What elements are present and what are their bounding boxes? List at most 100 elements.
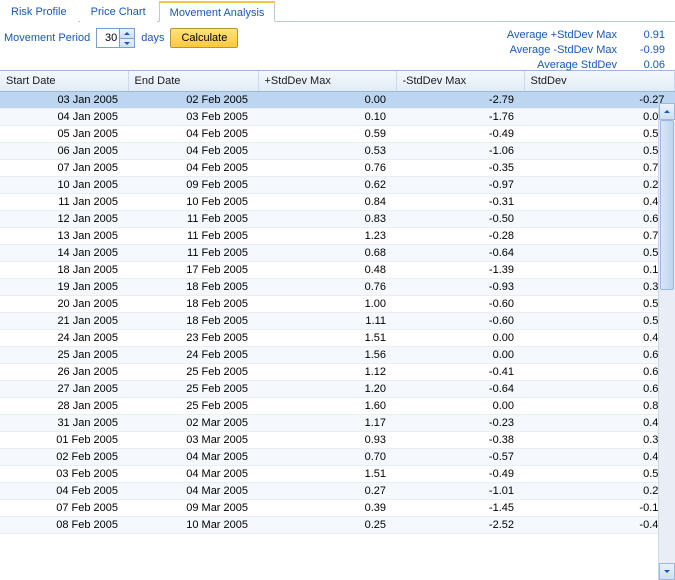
table-row[interactable]: 03 Feb 200504 Mar 20051.51-0.490.54 [0,466,675,483]
cell-minus-stddev: -1.45 [396,500,524,517]
spinner-down-button[interactable] [120,38,134,47]
movement-period-label: Movement Period [4,32,90,44]
col-header-end-date[interactable]: End Date [128,71,258,92]
calculate-button[interactable]: Calculate [170,28,238,48]
results-table: Start Date End Date +StdDev Max -StdDev … [0,71,675,534]
cell-stddev: 0.80 [524,398,675,415]
cell-plus-stddev: 1.11 [258,313,396,330]
cell-minus-stddev: -0.49 [396,126,524,143]
cell-start-date: 24 Jan 2005 [0,330,128,347]
table-row[interactable]: 26 Jan 200525 Feb 20051.12-0.410.62 [0,364,675,381]
table-row[interactable]: 06 Jan 200504 Feb 20050.53-1.060.53 [0,143,675,160]
table-row[interactable]: 25 Jan 200524 Feb 20051.560.000.60 [0,347,675,364]
cell-stddev: 0.45 [524,194,675,211]
summary-label: Average +StdDev Max [487,28,617,43]
cell-start-date: 25 Jan 2005 [0,347,128,364]
cell-plus-stddev: 0.93 [258,432,396,449]
table-row[interactable]: 03 Jan 200502 Feb 20050.00-2.79-0.27 [0,92,675,109]
summary-label: Average StdDev [487,58,617,73]
cell-end-date: 04 Mar 2005 [128,449,258,466]
cell-start-date: 12 Jan 2005 [0,211,128,228]
cell-plus-stddev: 0.76 [258,160,396,177]
cell-end-date: 25 Feb 2005 [128,364,258,381]
table-row[interactable]: 07 Jan 200504 Feb 20050.76-0.350.76 [0,160,675,177]
cell-stddev: -0.42 [524,517,675,534]
summary-value: 0.91 [631,28,665,43]
table-row[interactable]: 14 Jan 200511 Feb 20050.68-0.640.51 [0,245,675,262]
cell-minus-stddev: -0.50 [396,211,524,228]
cell-start-date: 04 Feb 2005 [0,483,128,500]
cell-minus-stddev: -0.31 [396,194,524,211]
table-row[interactable]: 05 Jan 200504 Feb 20050.59-0.490.59 [0,126,675,143]
cell-minus-stddev: -0.28 [396,228,524,245]
table-row[interactable]: 19 Jan 200518 Feb 20050.76-0.930.35 [0,279,675,296]
table-row[interactable]: 07 Feb 200509 Mar 20050.39-1.45-0.19 [0,500,675,517]
summary-panel: Average +StdDev Max0.91Average -StdDev M… [487,28,665,73]
cell-plus-stddev: 1.00 [258,296,396,313]
cell-stddev: 0.35 [524,279,675,296]
cell-minus-stddev: -0.60 [396,313,524,330]
scroll-thumb[interactable] [660,120,674,290]
table-row[interactable]: 18 Jan 200517 Feb 20050.48-1.390.18 [0,262,675,279]
col-header-stddev[interactable]: StdDev [524,71,675,92]
cell-stddev: 0.63 [524,381,675,398]
scroll-track[interactable] [659,120,675,563]
table-row[interactable]: 13 Jan 200511 Feb 20051.23-0.280.77 [0,228,675,245]
period-input[interactable] [97,30,119,46]
scroll-down-button[interactable] [659,563,675,580]
spinner-up-button[interactable] [120,29,134,38]
cell-plus-stddev: 0.10 [258,109,396,126]
tab-price-chart[interactable]: Price Chart [80,1,157,22]
cell-end-date: 09 Feb 2005 [128,177,258,194]
cell-start-date: 05 Jan 2005 [0,126,128,143]
table-row[interactable]: 02 Feb 200504 Mar 20050.70-0.570.43 [0,449,675,466]
tab-movement-analysis[interactable]: Movement Analysis [159,1,276,22]
cell-end-date: 04 Feb 2005 [128,126,258,143]
table-row[interactable]: 21 Jan 200518 Feb 20051.11-0.600.57 [0,313,675,330]
cell-minus-stddev: -1.39 [396,262,524,279]
cell-stddev: 0.60 [524,347,675,364]
cell-stddev: 0.23 [524,177,675,194]
cell-end-date: 02 Mar 2005 [128,415,258,432]
table-row[interactable]: 04 Feb 200504 Mar 20050.27-1.010.27 [0,483,675,500]
cell-stddev: -0.19 [524,500,675,517]
cell-start-date: 04 Jan 2005 [0,109,128,126]
cell-end-date: 24 Feb 2005 [128,347,258,364]
col-header-minus-stddev[interactable]: -StdDev Max [396,71,524,92]
table-row[interactable]: 28 Jan 200525 Feb 20051.600.000.80 [0,398,675,415]
cell-end-date: 04 Mar 2005 [128,466,258,483]
cell-plus-stddev: 0.48 [258,262,396,279]
table-row[interactable]: 20 Jan 200518 Feb 20051.00-0.600.51 [0,296,675,313]
cell-stddev: 0.32 [524,432,675,449]
cell-plus-stddev: 1.60 [258,398,396,415]
period-spinner[interactable] [96,28,135,48]
cell-plus-stddev: 0.76 [258,279,396,296]
table-row[interactable]: 12 Jan 200511 Feb 20050.83-0.500.64 [0,211,675,228]
table-row[interactable]: 01 Feb 200503 Mar 20050.93-0.380.32 [0,432,675,449]
cell-minus-stddev: -0.23 [396,415,524,432]
cell-minus-stddev: -1.01 [396,483,524,500]
chevron-down-icon [124,42,130,45]
table-row[interactable]: 24 Jan 200523 Feb 20051.510.000.45 [0,330,675,347]
cell-start-date: 28 Jan 2005 [0,398,128,415]
table-row[interactable]: 10 Jan 200509 Feb 20050.62-0.970.23 [0,177,675,194]
chevron-up-icon [664,110,670,113]
tab-risk-profile[interactable]: Risk Profile [0,1,78,22]
cell-plus-stddev: 0.27 [258,483,396,500]
cell-minus-stddev: -0.64 [396,381,524,398]
cell-stddev: 0.77 [524,228,675,245]
cell-stddev: 0.76 [524,160,675,177]
summary-value: 0.06 [631,58,665,73]
cell-end-date: 11 Feb 2005 [128,228,258,245]
table-row[interactable]: 31 Jan 200502 Mar 20051.17-0.230.42 [0,415,675,432]
cell-stddev: 0.18 [524,262,675,279]
col-header-start-date[interactable]: Start Date [0,71,128,92]
vertical-scrollbar[interactable] [658,103,675,580]
table-row[interactable]: 11 Jan 200510 Feb 20050.84-0.310.45 [0,194,675,211]
table-body: 03 Jan 200502 Feb 20050.00-2.79-0.2704 J… [0,92,675,534]
col-header-plus-stddev[interactable]: +StdDev Max [258,71,396,92]
table-row[interactable]: 04 Jan 200503 Feb 20050.10-1.760.02 [0,109,675,126]
scroll-up-button[interactable] [659,103,675,120]
table-row[interactable]: 27 Jan 200525 Feb 20051.20-0.640.63 [0,381,675,398]
table-row[interactable]: 08 Feb 200510 Mar 20050.25-2.52-0.42 [0,517,675,534]
